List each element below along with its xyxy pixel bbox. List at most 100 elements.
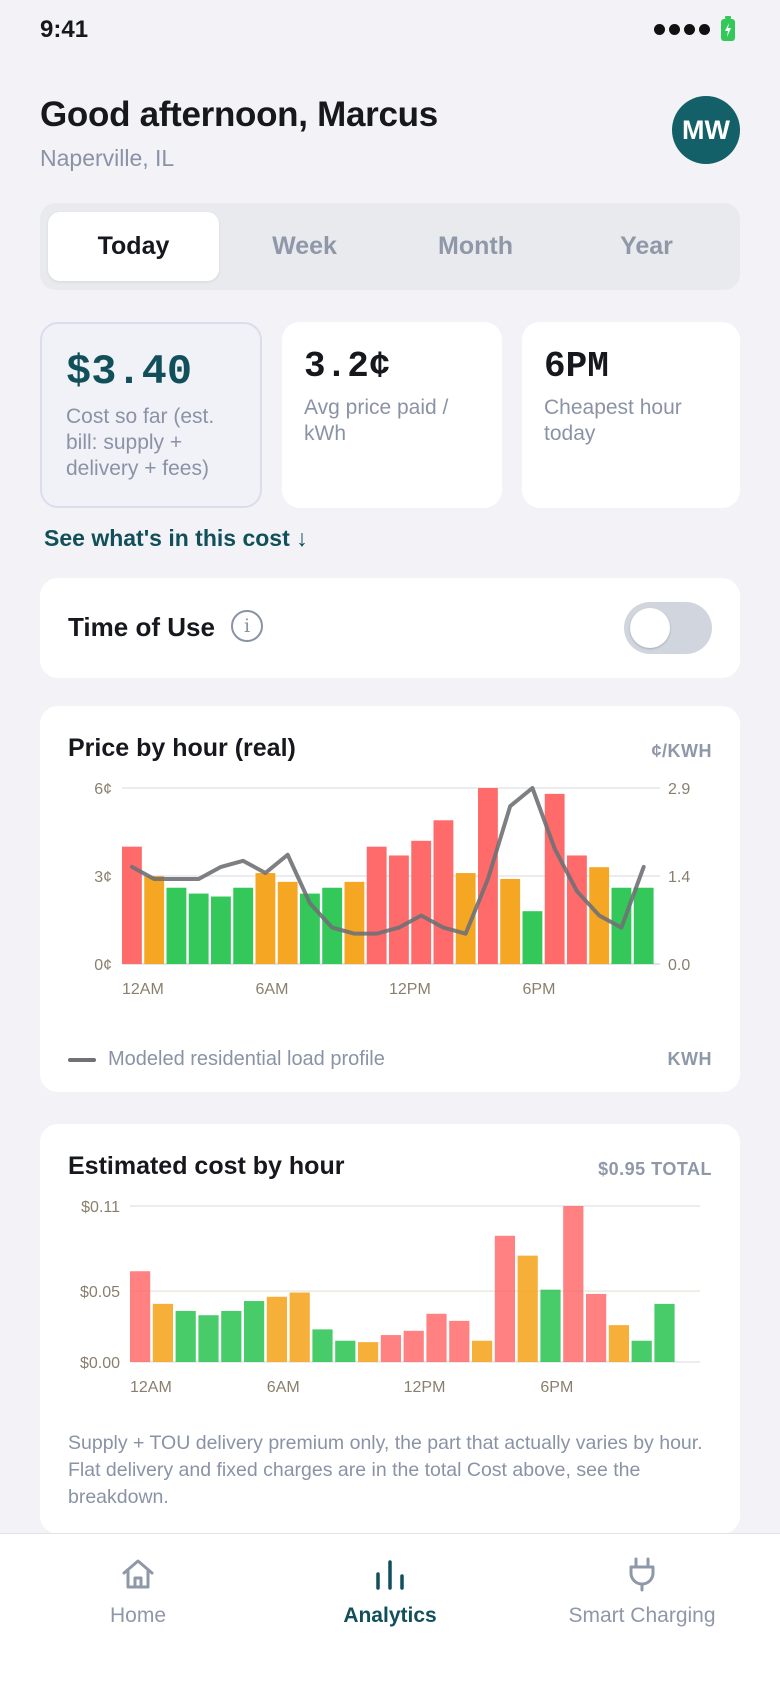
cost-bar xyxy=(472,1340,493,1362)
price-chart: 0¢ 3¢ 6¢ 0.0 1.4 2.9 12AM 6AM 12PM 6PM xyxy=(94,781,690,998)
cost-bar xyxy=(449,1320,470,1362)
price-bar xyxy=(522,911,543,964)
price-bar xyxy=(544,793,565,964)
stat-cheapest-hour-label: Cheapest hour today xyxy=(544,396,682,445)
cost-bar xyxy=(631,1340,652,1362)
load-profile-line xyxy=(129,786,646,936)
price-bar xyxy=(633,887,654,964)
cost-bar xyxy=(586,1293,607,1362)
cost-bar xyxy=(517,1255,538,1362)
chart-legend: Modeled residential load profile xyxy=(68,1048,385,1071)
cost-bar xyxy=(221,1310,242,1362)
x-tick-label: 12PM xyxy=(404,1379,446,1396)
tab-today[interactable]: Today xyxy=(48,212,219,281)
y2-tick-label: 1.4 xyxy=(668,869,690,886)
info-icon[interactable]: i xyxy=(231,610,263,642)
cost-bar xyxy=(426,1313,447,1362)
avatar[interactable]: MW xyxy=(672,96,740,164)
x-tick-label: 12PM xyxy=(389,981,431,998)
cost-bar xyxy=(380,1335,401,1362)
cost-bar xyxy=(563,1206,584,1362)
status-bar: 9:41 xyxy=(0,0,780,60)
x-tick-label: 6PM xyxy=(523,981,556,998)
stat-avg-price-card: 3.2¢ Avg price paid / kWh xyxy=(282,322,502,508)
cost-bar xyxy=(403,1330,424,1362)
cost-bar xyxy=(358,1342,379,1362)
x-tick-label: 12AM xyxy=(122,981,164,998)
home-icon xyxy=(122,1559,154,1589)
toggle-knob xyxy=(630,608,670,648)
cost-bar xyxy=(608,1325,629,1362)
stat-cheapest-hour-card: 6PM Cheapest hour today xyxy=(522,322,740,508)
nav-analytics[interactable]: Analytics xyxy=(260,1556,520,1628)
cost-chart: $0.00 $0.05 $0.11 12AM 6AM 12PM 6PM xyxy=(80,1199,700,1396)
location-label: Naperville, IL xyxy=(40,145,175,171)
plug-icon xyxy=(629,1557,655,1592)
see-cost-breakdown-link[interactable]: See what's in this cost ↓ xyxy=(44,525,308,552)
nav-analytics-label: Analytics xyxy=(343,1604,437,1627)
price-bar xyxy=(188,893,209,964)
nav-smart-charging-label: Smart Charging xyxy=(568,1604,716,1627)
y-tick-label: 3¢ xyxy=(94,869,112,886)
legend-unit: KWH xyxy=(667,1049,712,1069)
cost-bar xyxy=(266,1296,287,1362)
price-bar xyxy=(411,840,432,964)
price-bar xyxy=(255,873,276,964)
tab-month[interactable]: Month xyxy=(390,212,561,281)
nav-smart-charging[interactable]: Smart Charging xyxy=(512,1556,772,1628)
y-tick-label: $0.11 xyxy=(81,1199,120,1216)
tab-week[interactable]: Week xyxy=(219,212,390,281)
cost-bar xyxy=(198,1315,219,1362)
status-time: 9:41 xyxy=(40,16,89,43)
stat-avg-price-label: Avg price paid / kWh xyxy=(304,396,449,445)
cost-bar xyxy=(152,1303,173,1362)
nav-home-label: Home xyxy=(109,1604,167,1627)
y-tick-label: 6¢ xyxy=(94,781,112,798)
price-bar xyxy=(211,896,231,964)
battery-icon xyxy=(721,16,735,41)
stat-cost-card[interactable]: $3.40 Cost so far (est. bill: supply + d… xyxy=(40,322,262,508)
greeting-title: Good afternoon, Marcus xyxy=(40,95,438,134)
price-bar xyxy=(344,881,365,964)
price-bar xyxy=(277,881,298,964)
time-of-use-toggle[interactable] xyxy=(624,602,712,654)
y-tick-label: $0.05 xyxy=(80,1284,120,1301)
cost-bar xyxy=(130,1271,151,1362)
cost-bar xyxy=(540,1289,561,1362)
legend-line-swatch xyxy=(68,1057,96,1062)
price-bar xyxy=(144,876,165,964)
price-by-hour-card: Price by hour (real) ¢/KWH 0¢ 3¢ 6¢ 0.0 1.4 2… xyxy=(40,706,740,1092)
tab-year[interactable]: Year xyxy=(561,212,732,281)
legend-label: Modeled residential load profile xyxy=(108,1048,385,1070)
cost-bar xyxy=(335,1340,356,1362)
stat-cost-value: $3.40 xyxy=(66,348,193,396)
price-bar xyxy=(389,855,409,964)
price-bar xyxy=(166,887,187,964)
cost-bar xyxy=(312,1329,333,1362)
y2-tick-label: 2.9 xyxy=(668,781,690,798)
cost-bar xyxy=(244,1301,265,1362)
greeting-header: Good afternoon, Marcus Naperville, IL xyxy=(40,95,740,172)
stat-cheapest-hour-value: 6PM xyxy=(544,346,609,387)
cost-bar xyxy=(289,1292,310,1362)
price-bar xyxy=(433,820,454,964)
status-indicators xyxy=(654,16,736,42)
x-tick-label: 6AM xyxy=(267,1379,300,1396)
cost-bar xyxy=(494,1235,515,1362)
x-tick-label: 12AM xyxy=(130,1379,172,1396)
price-bar xyxy=(233,887,254,964)
cost-bar xyxy=(654,1303,675,1362)
time-of-use-card: Time of Use i xyxy=(40,578,740,678)
y-tick-label: $0.00 xyxy=(80,1355,120,1372)
time-of-use-label: Time of Use xyxy=(68,612,215,642)
price-bar xyxy=(366,846,387,964)
price-bar xyxy=(567,855,587,964)
bottom-nav: Home Analytics Smart Charging xyxy=(0,1533,780,1688)
price-bar xyxy=(122,846,142,964)
x-tick-label: 6PM xyxy=(540,1379,573,1396)
cost-note: Supply + TOU delivery premium only, the … xyxy=(68,1432,703,1508)
signal-icon xyxy=(654,23,710,35)
nav-home[interactable]: Home xyxy=(8,1556,268,1628)
stat-cost-label: Cost so far (est. bill: supply + deliver… xyxy=(66,405,215,480)
price-bar xyxy=(500,878,521,964)
